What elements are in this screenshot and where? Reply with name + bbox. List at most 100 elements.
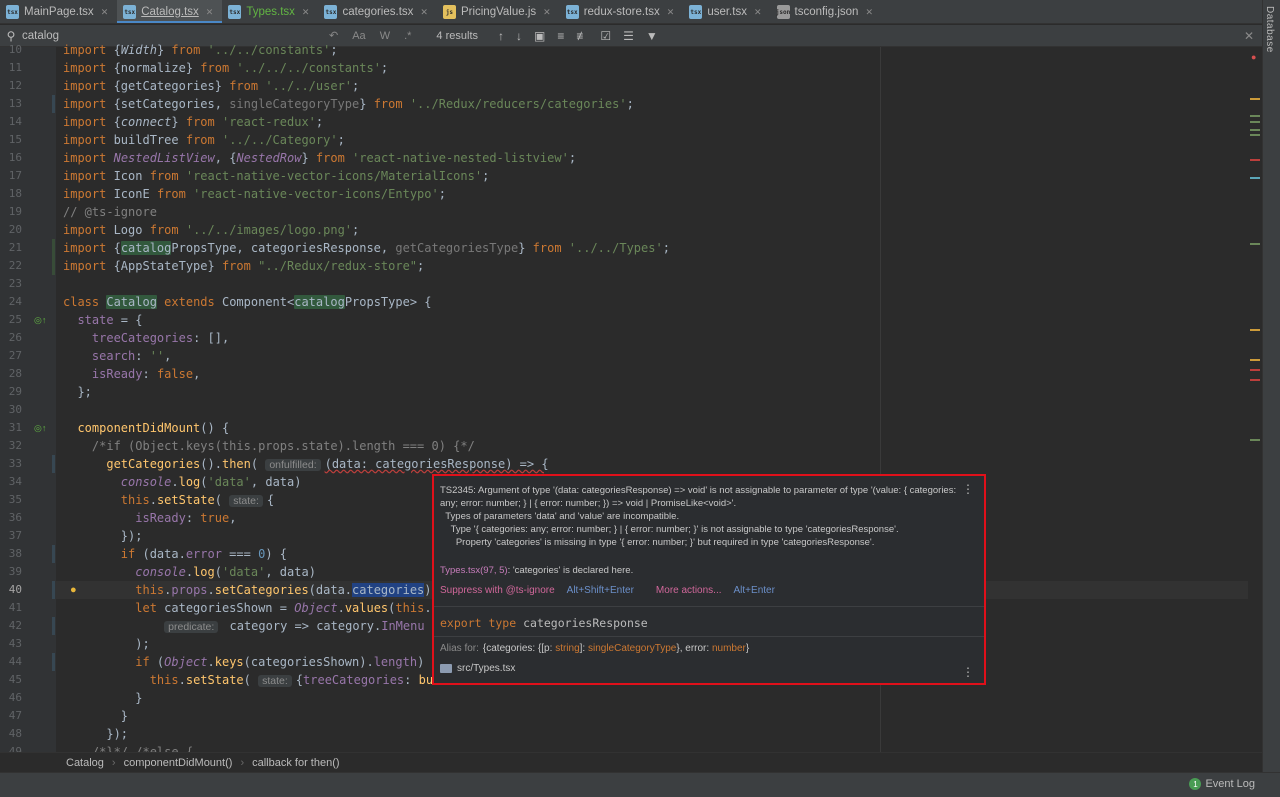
error-stripe-mark[interactable] xyxy=(1250,129,1260,131)
search-input[interactable] xyxy=(22,29,322,42)
tab-tsconfig-json[interactable]: json tsconfig.json ✕ xyxy=(771,0,882,23)
code-line[interactable]: getCategories().then( onfulfilled: (data:… xyxy=(63,455,549,473)
select-occurrences-icon[interactable]: ☑ xyxy=(600,29,611,43)
select-all-occurrences-icon[interactable]: ▣ xyxy=(534,29,545,43)
code-line[interactable]: ); xyxy=(63,635,149,653)
override-marker-icon[interactable]: ◎↑ xyxy=(34,423,46,434)
code-line[interactable]: console.log('data', data) xyxy=(63,473,302,491)
tab-types-tsx[interactable]: tsx Types.tsx ✕ xyxy=(222,0,318,23)
vcs-change-marker[interactable] xyxy=(52,653,55,671)
more-options-icon[interactable]: ⋮ xyxy=(962,482,974,496)
tab-catalog-tsx[interactable]: tsx Catalog.tsx ✕ xyxy=(117,0,223,23)
database-tool-window-strip[interactable] xyxy=(1262,0,1280,772)
error-stripe-mark[interactable] xyxy=(1250,121,1260,123)
code-line[interactable]: /*if (Object.keys(this.props.state).leng… xyxy=(63,437,475,455)
error-stripe-mark[interactable] xyxy=(1250,115,1260,117)
tab-close-icon[interactable]: ✕ xyxy=(420,7,428,18)
code-line[interactable]: }); xyxy=(63,527,143,545)
suppress-ts-ignore-action[interactable]: Suppress with @ts-ignore xyxy=(440,585,555,596)
error-stripe-mark[interactable] xyxy=(1250,177,1260,179)
code-line[interactable]: treeCategories: [], xyxy=(63,329,229,347)
vcs-change-marker[interactable] xyxy=(52,617,55,635)
regex-toggle[interactable]: .* xyxy=(404,30,411,42)
code-line[interactable]: console.log('data', data) xyxy=(63,563,316,581)
match-case-toggle[interactable]: Aa xyxy=(352,30,365,42)
code-line[interactable]: predicate: category => category.InMenu =… xyxy=(63,617,475,635)
declaration-link[interactable]: Types.tsx(97, 5) xyxy=(440,565,508,576)
code-line[interactable]: // @ts-ignore xyxy=(63,203,157,221)
breadcrumb-callback[interactable]: callback for then() xyxy=(252,757,339,769)
error-stripe-mark[interactable] xyxy=(1250,369,1260,371)
previous-occurrence-icon[interactable]: ↑ xyxy=(498,29,504,43)
vcs-change-marker[interactable] xyxy=(52,455,55,473)
breadcrumb-class[interactable]: Catalog xyxy=(66,757,104,769)
override-marker-icon[interactable]: ◎↑ xyxy=(34,315,46,326)
next-occurrence-icon[interactable]: ↓ xyxy=(516,29,522,43)
tab-close-icon[interactable]: ✕ xyxy=(865,7,873,18)
code-line[interactable]: isReady: true, xyxy=(63,509,236,527)
tab-close-icon[interactable]: ✕ xyxy=(302,7,310,18)
tab-pricingvalue-js[interactable]: js PricingValue.js ✕ xyxy=(437,0,560,23)
vcs-change-marker[interactable] xyxy=(52,581,55,599)
remove-occurrence-icon[interactable]: ≢ xyxy=(576,29,588,43)
code-line[interactable]: import {getCategories} from '../../user'… xyxy=(63,77,359,95)
code-line[interactable]: import buildTree from '../../Category'; xyxy=(63,131,345,149)
error-indicator-icon[interactable]: ● xyxy=(1251,52,1256,62)
more-actions-link[interactable]: More actions... xyxy=(656,585,722,596)
tab-user-tsx[interactable]: tsx user.tsx ✕ xyxy=(683,0,770,23)
event-log-button[interactable]: 1 Event Log xyxy=(1189,778,1255,790)
code-line[interactable]: }); xyxy=(63,725,128,743)
code-line[interactable]: import NestedListView, {NestedRow} from … xyxy=(63,149,576,167)
error-stripe[interactable]: ● xyxy=(1248,47,1262,752)
tab-mainpage-tsx[interactable]: tsx MainPage.tsx ✕ xyxy=(0,0,117,23)
error-stripe-mark[interactable] xyxy=(1250,243,1260,245)
code-line[interactable]: if (Object.keys(categoriesShown).length)… xyxy=(63,653,439,671)
code-line[interactable]: this.setState( state:{ xyxy=(63,491,274,509)
error-stripe-mark[interactable] xyxy=(1250,98,1260,100)
code-line[interactable]: import {normalize} from '../../../consta… xyxy=(63,59,388,77)
tab-close-icon[interactable]: ✕ xyxy=(667,7,675,18)
add-occurrence-icon[interactable]: ≡ xyxy=(557,29,564,43)
error-stripe-mark[interactable] xyxy=(1250,134,1260,136)
code-line[interactable]: search: '', xyxy=(63,347,172,365)
vcs-change-marker[interactable] xyxy=(52,95,55,113)
code-line[interactable]: class Catalog extends Component<catalogP… xyxy=(63,293,432,311)
tab-close-icon[interactable]: ✕ xyxy=(543,7,551,18)
close-icon[interactable]: ✕ xyxy=(1244,29,1254,43)
line-number-gutter[interactable]: 10 11 12 13 14 15 16 17 18 19 20 21 22 23 24 25 26 27 28 29… xyxy=(0,43,56,758)
filter-options-icon[interactable]: ☰ xyxy=(623,29,634,43)
code-line[interactable]: import {Width} from '../../constants'; xyxy=(63,41,338,59)
whole-words-toggle[interactable]: W xyxy=(380,30,390,42)
code-line[interactable]: import {catalogPropsType, categoriesResp… xyxy=(63,239,670,257)
database-tool-window-label[interactable]: Database xyxy=(1264,6,1275,53)
code-line[interactable]: isReady: false, xyxy=(63,365,200,383)
breadcrumb-method[interactable]: componentDidMount() xyxy=(124,757,233,769)
error-stripe-mark[interactable] xyxy=(1250,159,1260,161)
tab-close-icon[interactable]: ✕ xyxy=(206,7,214,18)
error-stripe-mark[interactable] xyxy=(1250,329,1260,331)
tab-redux-store-tsx[interactable]: tsx redux-store.tsx ✕ xyxy=(560,0,684,23)
tab-close-icon[interactable]: ✕ xyxy=(101,7,109,18)
code-line[interactable]: } xyxy=(63,689,142,707)
tab-close-icon[interactable]: ✕ xyxy=(754,7,762,18)
code-line[interactable]: import Logo from '../../images/logo.png'… xyxy=(63,221,359,239)
code-line[interactable]: this.props.setCategories(data.categories… xyxy=(63,581,439,599)
error-stripe-mark[interactable] xyxy=(1250,439,1260,441)
tab-categories-tsx[interactable]: tsx categories.tsx ✕ xyxy=(318,0,437,23)
code-line[interactable]: if (data.error === 0) { xyxy=(63,545,287,563)
code-line[interactable]: import {AppStateType} from "../Redux/red… xyxy=(63,257,424,275)
code-line[interactable]: import IconE from 'react-native-vector-i… xyxy=(63,185,446,203)
code-line[interactable]: import {connect} from 'react-redux'; xyxy=(63,113,323,131)
code-line[interactable]: }; xyxy=(63,383,91,401)
code-line[interactable]: state = { xyxy=(63,311,142,329)
source-file[interactable]: src/Types.tsx xyxy=(440,663,515,674)
alias-type-single-category[interactable]: singleCategoryType xyxy=(588,643,676,654)
vcs-change-marker[interactable] xyxy=(52,239,55,275)
error-stripe-mark[interactable] xyxy=(1250,359,1260,361)
code-line[interactable]: import Icon from 'react-native-vector-ic… xyxy=(63,167,489,185)
lightbulb-icon[interactable]: ● xyxy=(70,584,77,596)
filter-icon[interactable]: ▼ xyxy=(646,29,658,43)
code-line[interactable]: this.setState( state:{treeCategories: bu… xyxy=(63,671,462,689)
code-line[interactable]: componentDidMount() { xyxy=(63,419,229,437)
code-line[interactable]: } xyxy=(63,707,128,725)
